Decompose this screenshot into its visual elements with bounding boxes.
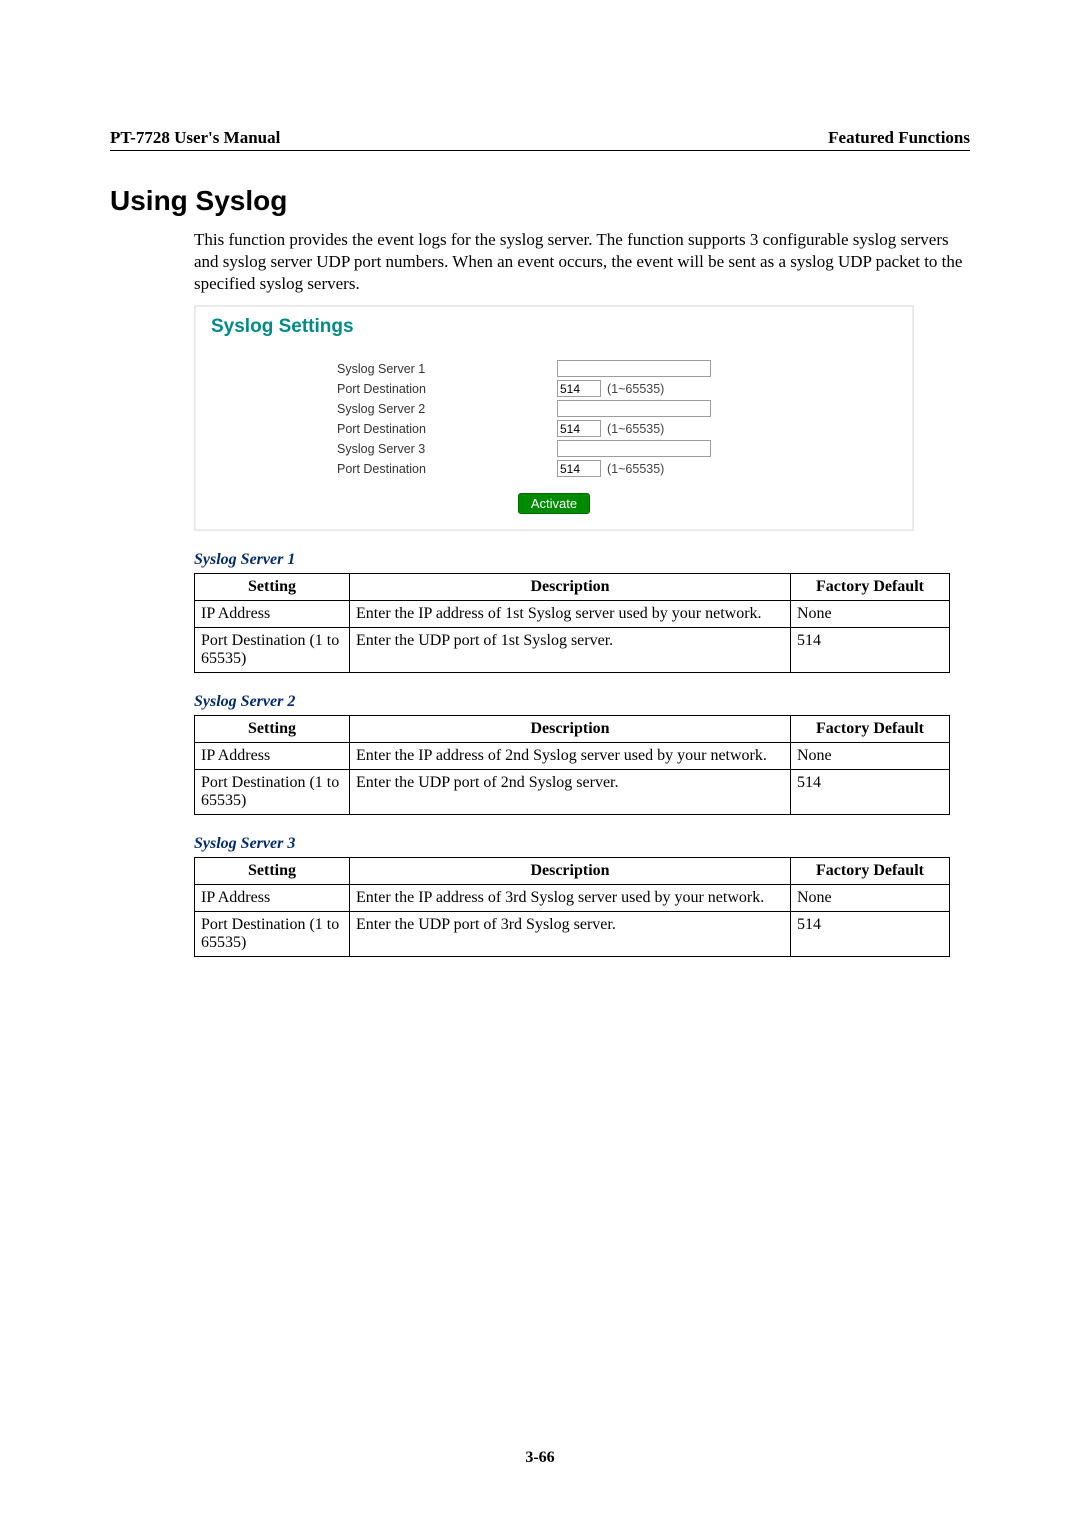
input-port-destination-3[interactable] [557, 460, 601, 477]
td-default: 514 [791, 628, 950, 673]
td-setting: Port Destination (1 to 65535) [195, 628, 350, 673]
th-setting: Setting [195, 574, 350, 601]
input-syslog-server-2[interactable] [557, 400, 711, 417]
panel-title: Syslog Settings [211, 316, 897, 338]
table-header-row: Setting Description Factory Default [195, 574, 950, 601]
input-port-destination-1[interactable] [557, 380, 601, 397]
section-title: Using Syslog [110, 185, 970, 217]
input-port-destination-2[interactable] [557, 420, 601, 437]
table-syslog-server-1: Setting Description Factory Default IP A… [194, 573, 950, 673]
table-header-row: Setting Description Factory Default [195, 858, 950, 885]
table-row: IP Address Enter the IP address of 3rd S… [195, 885, 950, 912]
td-default: None [791, 743, 950, 770]
hint-port-range-2: (1~65535) [607, 422, 664, 436]
th-description: Description [350, 574, 791, 601]
form-row-syslog-server-3: Syslog Server 3 [211, 440, 897, 457]
table-header-row: Setting Description Factory Default [195, 716, 950, 743]
form-row-port-3: Port Destination (1~65535) [211, 460, 897, 477]
table-row: IP Address Enter the IP address of 2nd S… [195, 743, 950, 770]
td-default: None [791, 601, 950, 628]
hint-port-range-1: (1~65535) [607, 382, 664, 396]
input-syslog-server-1[interactable] [557, 360, 711, 377]
label-syslog-server-1: Syslog Server 1 [337, 362, 557, 376]
table-syslog-server-3: Setting Description Factory Default IP A… [194, 857, 950, 957]
td-default: 514 [791, 912, 950, 957]
label-port-destination-3: Port Destination [337, 462, 557, 476]
table-row: Port Destination (1 to 65535) Enter the … [195, 912, 950, 957]
td-description: Enter the IP address of 3rd Syslog serve… [350, 885, 791, 912]
table-syslog-server-2: Setting Description Factory Default IP A… [194, 715, 950, 815]
table-caption-2: Syslog Server 2 [194, 693, 970, 711]
td-default: 514 [791, 770, 950, 815]
form-row-port-1: Port Destination (1~65535) [211, 380, 897, 397]
header-right: Featured Functions [828, 128, 970, 148]
th-setting: Setting [195, 858, 350, 885]
th-factory-default: Factory Default [791, 858, 950, 885]
td-setting: IP Address [195, 743, 350, 770]
td-description: Enter the UDP port of 2nd Syslog server. [350, 770, 791, 815]
label-syslog-server-3: Syslog Server 3 [337, 442, 557, 456]
table-caption-3: Syslog Server 3 [194, 835, 970, 853]
th-factory-default: Factory Default [791, 574, 950, 601]
input-syslog-server-3[interactable] [557, 440, 711, 457]
th-setting: Setting [195, 716, 350, 743]
table-row: IP Address Enter the IP address of 1st S… [195, 601, 950, 628]
table-row: Port Destination (1 to 65535) Enter the … [195, 628, 950, 673]
th-description: Description [350, 858, 791, 885]
page-header: PT-7728 User's Manual Featured Functions [110, 128, 970, 151]
table-caption-1: Syslog Server 1 [194, 551, 970, 569]
table-row: Port Destination (1 to 65535) Enter the … [195, 770, 950, 815]
td-setting: Port Destination (1 to 65535) [195, 912, 350, 957]
form-row-syslog-server-2: Syslog Server 2 [211, 400, 897, 417]
form-row-port-2: Port Destination (1~65535) [211, 420, 897, 437]
form-row-syslog-server-1: Syslog Server 1 [211, 360, 897, 377]
label-port-destination-2: Port Destination [337, 422, 557, 436]
header-left: PT-7728 User's Manual [110, 128, 280, 148]
td-description: Enter the UDP port of 3rd Syslog server. [350, 912, 791, 957]
page-number: 3-66 [0, 1449, 1080, 1467]
td-setting: Port Destination (1 to 65535) [195, 770, 350, 815]
td-description: Enter the IP address of 2nd Syslog serve… [350, 743, 791, 770]
intro-paragraph: This function provides the event logs fo… [194, 229, 970, 295]
hint-port-range-3: (1~65535) [607, 462, 664, 476]
td-setting: IP Address [195, 601, 350, 628]
td-setting: IP Address [195, 885, 350, 912]
label-port-destination-1: Port Destination [337, 382, 557, 396]
td-default: None [791, 885, 950, 912]
activate-button[interactable]: Activate [518, 493, 590, 514]
td-description: Enter the UDP port of 1st Syslog server. [350, 628, 791, 673]
th-factory-default: Factory Default [791, 716, 950, 743]
syslog-settings-panel: Syslog Settings Syslog Server 1 Port Des… [194, 305, 914, 531]
label-syslog-server-2: Syslog Server 2 [337, 402, 557, 416]
td-description: Enter the IP address of 1st Syslog serve… [350, 601, 791, 628]
activate-row: Activate [211, 493, 897, 514]
th-description: Description [350, 716, 791, 743]
